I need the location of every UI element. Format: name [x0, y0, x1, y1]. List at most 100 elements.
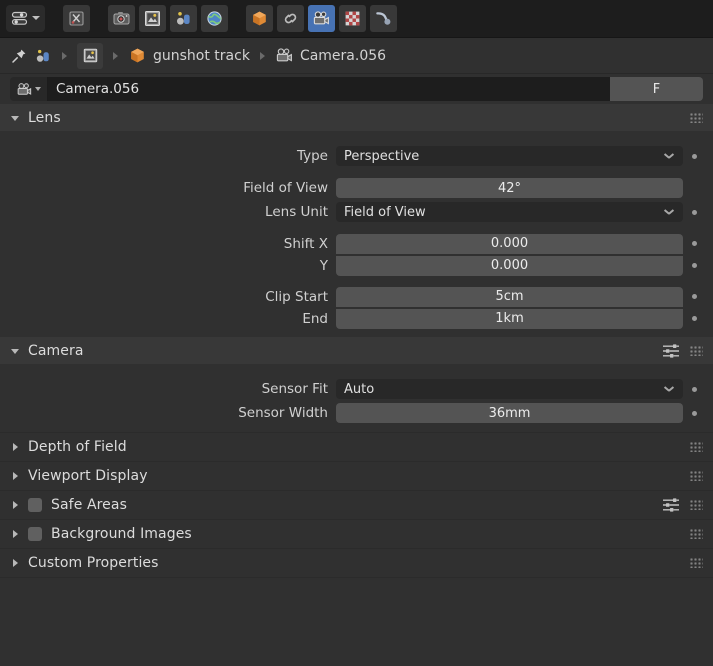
constraints-icon [284, 13, 297, 24]
panel-title-camera: Camera [28, 342, 84, 359]
panel-drag-grip[interactable] [690, 112, 703, 123]
scene-icon[interactable] [34, 47, 52, 65]
view-layer-icon[interactable] [77, 42, 103, 69]
panel-header-background-images[interactable]: Background Images [0, 519, 713, 548]
field-shift-y: 0.000 [336, 255, 683, 276]
disclosure-triangle-icon [10, 528, 22, 540]
property-row-lens-unit: Lens Unit Field of View [0, 201, 713, 223]
panel-drag-grip[interactable] [690, 345, 703, 356]
shift-y-slider[interactable]: 0.000 [336, 255, 683, 276]
panel-header-safe-areas[interactable]: Safe Areas [0, 490, 713, 519]
sensor-fit-dropdown[interactable]: Auto [336, 379, 683, 399]
label-clip-start: Clip Start [265, 288, 328, 305]
tab-physics[interactable] [370, 5, 397, 32]
disclosure-triangle-icon [10, 470, 22, 482]
tab-tool[interactable] [63, 5, 90, 32]
label-sensor-fit: Sensor Fit [261, 381, 328, 397]
shift-x-slider[interactable]: 0.000 [336, 233, 683, 254]
animate-decorator-shift-x[interactable] [683, 241, 705, 246]
breadcrumb-separator-3 [259, 51, 265, 60]
panel-drag-grip[interactable] [690, 500, 703, 510]
tab-view-layer[interactable] [170, 5, 197, 32]
datablock-type-dropdown[interactable] [10, 77, 48, 101]
camera-data-icon[interactable] [275, 46, 294, 65]
sensor-fit-value: Auto [344, 381, 375, 397]
panel-header-depth-of-field[interactable]: Depth of Field [0, 432, 713, 461]
panel-header-viewport-display[interactable]: Viewport Display [0, 461, 713, 490]
tab-constraints[interactable] [277, 5, 304, 32]
chevron-down-icon [665, 207, 675, 217]
panel-title-viewport-display: Viewport Display [28, 468, 148, 484]
panel-drag-grip[interactable] [690, 529, 703, 539]
type-dropdown[interactable]: Perspective [336, 146, 683, 166]
field-sensor-width: 36mm [336, 403, 683, 423]
physics-icon [376, 12, 391, 25]
animate-decorator-clip-end[interactable] [683, 316, 705, 321]
breadcrumb-data-label[interactable]: Camera.056 [300, 48, 386, 64]
object-icon[interactable] [128, 46, 147, 65]
panel-header-custom-properties[interactable]: Custom Properties [0, 548, 713, 577]
clip-end-slider[interactable]: 1km [336, 308, 683, 329]
label-shift-y: Y [319, 257, 328, 274]
label-clip-end: End [302, 310, 328, 327]
panel-header-lens[interactable]: Lens [0, 104, 713, 131]
animate-decorator-lens-unit[interactable] [683, 209, 705, 215]
breadcrumb-object-label[interactable]: gunshot track [153, 48, 250, 64]
panel-title-custom-properties: Custom Properties [28, 555, 159, 571]
animate-decorator-shift-y[interactable] [683, 263, 705, 268]
tab-output[interactable] [139, 5, 166, 32]
object-icon [253, 11, 266, 26]
property-row-clip-start: Clip Start 5cm [0, 286, 713, 307]
lens-unit-value: Field of View [344, 204, 426, 220]
panel-header-camera[interactable]: Camera [0, 337, 713, 364]
tab-object-data[interactable] [308, 5, 335, 32]
animate-decorator-sensor-fit[interactable] [683, 386, 705, 392]
pin-icon[interactable] [10, 47, 28, 65]
property-row-shift-x: Shift X 0.000 [0, 233, 713, 254]
render-icon [113, 12, 130, 25]
animate-decorator-clip-start[interactable] [683, 294, 705, 299]
animate-decorator-type[interactable] [683, 153, 705, 159]
property-row-sensor-fit: Sensor Fit Auto [0, 378, 713, 400]
output-icon [145, 11, 160, 26]
panel-drag-grip[interactable] [690, 558, 703, 568]
clip-start-slider[interactable]: 5cm [336, 286, 683, 307]
field-of-view-slider[interactable]: 42° [336, 178, 683, 198]
breadcrumb-separator-1 [62, 51, 67, 60]
safe-areas-checkbox[interactable] [28, 498, 42, 512]
label-sensor-width: Sensor Width [238, 405, 328, 421]
property-row-shift-y: Y 0.000 [0, 255, 713, 276]
sensor-width-slider[interactable]: 36mm [336, 403, 683, 423]
panel-drag-grip[interactable] [690, 442, 703, 452]
panel-header-right-safe-areas [662, 497, 703, 513]
panel-title-safe-areas: Safe Areas [51, 497, 127, 513]
datablock-name-input[interactable]: Camera.056 [48, 77, 610, 101]
panel-drag-grip[interactable] [690, 471, 703, 481]
panel-header-right-dof [690, 442, 703, 452]
disclosure-triangle-icon [10, 112, 22, 124]
world-icon [207, 11, 222, 26]
fake-user-button[interactable]: F [610, 77, 703, 101]
texture-icon [345, 11, 360, 26]
tab-render[interactable] [108, 5, 135, 32]
tab-object[interactable] [246, 5, 273, 32]
field-sensor-fit: Auto [336, 379, 683, 399]
editor-type-selector[interactable] [6, 5, 45, 32]
presets-icon[interactable] [662, 497, 680, 513]
disclosure-triangle-icon [10, 345, 22, 357]
field-field-of-view: 42° [336, 178, 683, 198]
label-field-of-view: Field of View [243, 180, 328, 196]
tab-texture[interactable] [339, 5, 366, 32]
panel-header-right-lens [690, 112, 703, 123]
property-row-clip-end: End 1km [0, 308, 713, 329]
lens-unit-dropdown[interactable]: Field of View [336, 202, 683, 222]
background-images-checkbox[interactable] [28, 527, 42, 541]
properties-editor-tabbar [0, 0, 713, 38]
chevron-down-icon [665, 151, 675, 161]
tab-world[interactable] [201, 5, 228, 32]
camera-data-icon [17, 82, 32, 95]
label-type: Type [296, 148, 328, 164]
animate-decorator-sensor-width[interactable] [683, 410, 705, 416]
presets-icon[interactable] [662, 343, 680, 359]
field-shift-x: 0.000 [336, 233, 683, 254]
